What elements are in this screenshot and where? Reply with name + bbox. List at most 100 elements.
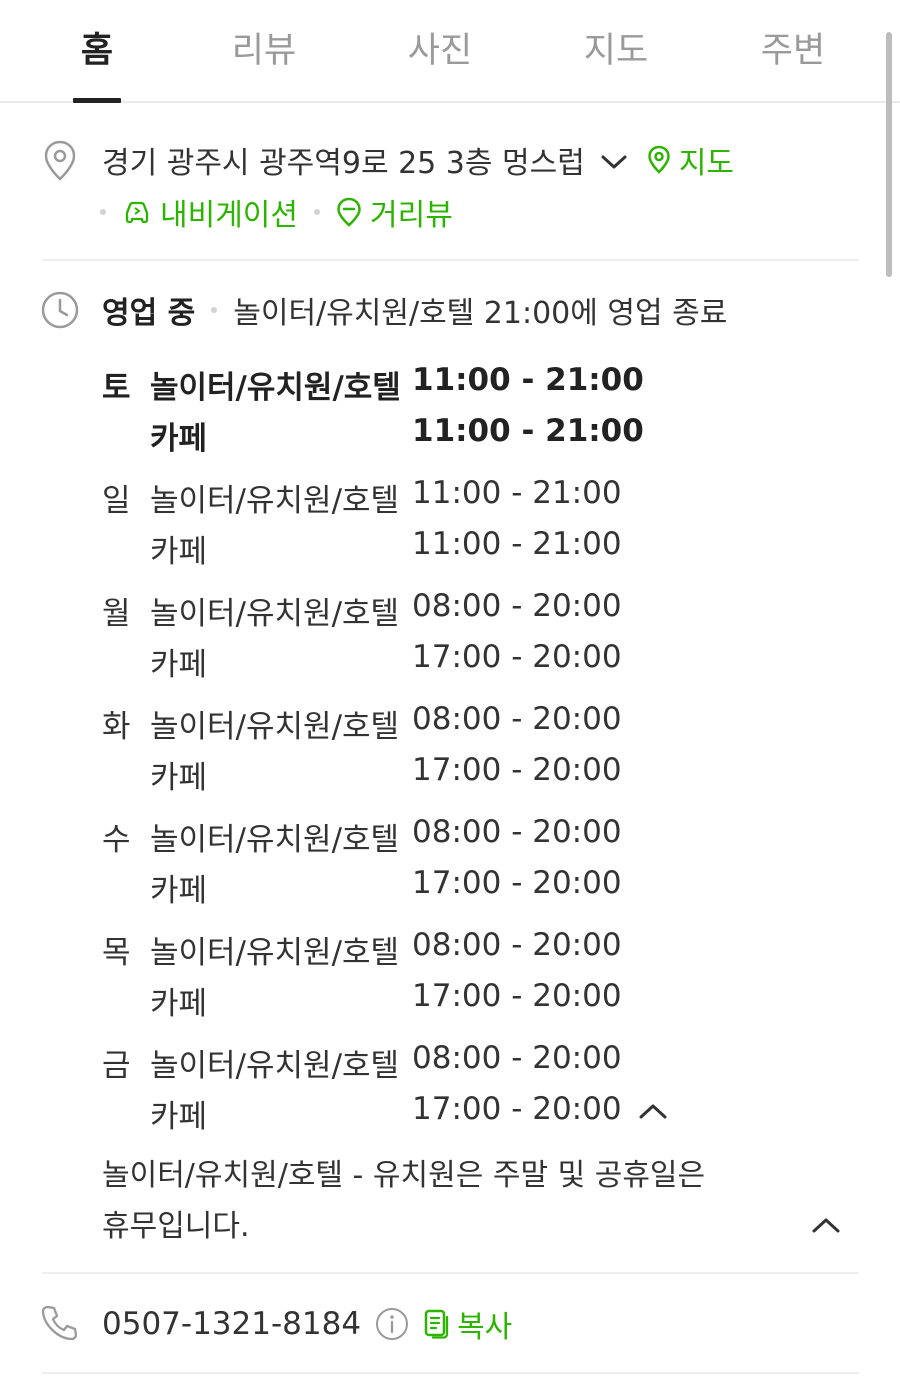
hours-day-label: 목 — [102, 935, 131, 971]
hours-time: 11:00 - 21:00 — [412, 362, 644, 398]
hours-category: 놀이터/유치원/호텔 — [150, 370, 401, 406]
hours-note-line: 휴무입니다. — [102, 1209, 250, 1244]
hours-time: 08:00 - 20:00 — [412, 927, 622, 963]
separator-dot — [100, 209, 106, 215]
phone-icon — [40, 1304, 78, 1346]
hours-row: 카페 11:00 - 21:00 — [102, 411, 702, 462]
tab-photos[interactable]: 사진 — [380, 22, 500, 73]
phone-number[interactable]: 0507-1321-8184 — [102, 1306, 361, 1342]
streetview-link[interactable]: 거리뷰 — [336, 190, 453, 234]
phone-row: 0507-1321-8184 복사 — [102, 1302, 512, 1346]
hours-note-line: 놀이터/유치원/호텔 - 유치원은 주말 및 공휴일은 — [102, 1158, 706, 1193]
streetview-link-label: 거리뷰 — [370, 198, 453, 233]
tab-map[interactable]: 지도 — [556, 22, 676, 73]
hours-time: 08:00 - 20:00 — [412, 588, 622, 624]
streetview-icon — [336, 197, 362, 227]
hours-category: 카페 — [150, 873, 208, 909]
closing-time-text: 놀이터/유치원/호텔 21:00에 영업 종료 — [233, 296, 728, 331]
separator-dot — [211, 307, 218, 313]
location-pin-icon — [42, 140, 78, 186]
section-divider — [42, 1272, 859, 1274]
hours-row: 금 놀이터/유치원/호텔 08:00 - 20:00 — [102, 1038, 702, 1089]
hours-day-6: 금 놀이터/유치원/호텔 08:00 - 20:00 카페 17:00 - 20:00 — [102, 1038, 702, 1140]
hours-category: 놀이터/유치원/호텔 — [150, 822, 400, 858]
hours-day-gap — [102, 801, 702, 812]
chevron-down-icon[interactable] — [601, 143, 627, 178]
address-row: 경기 광주시 광주역9로 25 3층 멍스럽 지도 — [102, 138, 734, 182]
hours-row: 카페 17:00 - 20:00 — [102, 750, 702, 801]
open-status: 영업 중 — [102, 296, 196, 331]
map-pin-icon — [647, 145, 671, 175]
chevron-up-icon[interactable] — [638, 1102, 668, 1124]
hours-row: 카페 17:00 - 20:00 — [102, 637, 702, 688]
address-text[interactable]: 경기 광주시 광주역9로 25 3층 멍스럽 — [102, 138, 585, 182]
map-link-label: 지도 — [678, 146, 735, 181]
tab-home[interactable]: 홈 — [37, 22, 157, 73]
clock-icon — [40, 290, 80, 334]
hours-day-2: 월 놀이터/유치원/호텔 08:00 - 20:00 카페 17:00 - 20:00 — [102, 586, 702, 688]
hours-row: 카페 17:00 - 20:00 — [102, 863, 702, 914]
copy-icon — [423, 1308, 451, 1340]
hours-category: 카페 — [150, 760, 208, 796]
hours-row: 일 놀이터/유치원/호텔 11:00 - 21:00 — [102, 473, 702, 524]
hours-time: 08:00 - 20:00 — [412, 814, 622, 850]
hours-row: 월 놀이터/유치원/호텔 08:00 - 20:00 — [102, 586, 702, 637]
hours-row: 화 놀이터/유치원/호텔 08:00 - 20:00 — [102, 699, 702, 750]
hours-row: 수 놀이터/유치원/호텔 08:00 - 20:00 — [102, 812, 702, 863]
hours-category: 놀이터/유치원/호텔 — [150, 596, 400, 632]
info-icon[interactable] — [375, 1307, 409, 1341]
navigation-link-label: 내비게이션 — [160, 198, 298, 233]
hours-day-gap — [102, 462, 702, 473]
hours-time: 17:00 - 20:00 — [412, 865, 622, 901]
hours-day-label: 일 — [102, 483, 131, 519]
tab-nearby[interactable]: 주변 — [733, 22, 853, 73]
hours-day-4: 수 놀이터/유치원/호텔 08:00 - 20:00 카페 17:00 - 20:00 — [102, 812, 702, 914]
hours-category: 카페 — [150, 647, 208, 683]
hours-time: 11:00 - 21:00 — [412, 526, 622, 562]
chevron-up-icon[interactable] — [811, 1216, 841, 1238]
hours-day-5: 목 놀이터/유치원/호텔 08:00 - 20:00 카페 17:00 - 20:00 — [102, 925, 702, 1027]
hours-row: 카페 11:00 - 21:00 — [102, 524, 702, 575]
hours-day-gap — [102, 688, 702, 699]
hours-time: 17:00 - 20:00 — [412, 978, 622, 1014]
hours-day-label: 화 — [102, 709, 131, 745]
address-actions: 내비게이션 거리뷰 — [100, 190, 453, 234]
hours-day-label: 월 — [102, 596, 131, 632]
map-link[interactable]: 지도 — [647, 138, 734, 182]
hours-row: 카페 17:00 - 20:00 — [102, 1089, 702, 1140]
hours-category: 놀이터/유치원/호텔 — [150, 1048, 400, 1084]
hours-category: 카페 — [150, 1099, 208, 1135]
hours-day-label: 금 — [102, 1048, 131, 1084]
hours-category: 놀이터/유치원/호텔 — [150, 483, 400, 519]
tab-bar: 홈 리뷰 사진 지도 주변 — [0, 0, 900, 103]
hours-day-gap — [102, 1027, 702, 1038]
hours-time: 08:00 - 20:00 — [412, 1040, 622, 1076]
scrollbar[interactable] — [886, 32, 892, 277]
hours-list: 토 놀이터/유치원/호텔 11:00 - 21:00 카페 11:00 - 21:00 일… — [102, 360, 702, 1140]
hours-category: 카페 — [150, 421, 208, 457]
hours-category: 카페 — [150, 534, 208, 570]
copy-button-label: 복사 — [457, 1310, 513, 1345]
hours-day-label: 토 — [102, 370, 131, 406]
hours-time: 08:00 - 20:00 — [412, 701, 622, 737]
hours-row: 카페 17:00 - 20:00 — [102, 976, 702, 1027]
car-navigation-icon — [122, 199, 152, 225]
hours-day-0: 토 놀이터/유치원/호텔 11:00 - 21:00 카페 11:00 - 21:00 — [102, 360, 702, 462]
active-tab-indicator — [73, 98, 121, 103]
hours-category: 놀이터/유치원/호텔 — [150, 935, 400, 971]
hours-time: 17:00 - 20:00 — [412, 752, 622, 788]
section-divider — [42, 259, 859, 261]
business-status-row[interactable]: 영업 중 놀이터/유치원/호텔 21:00에 영업 종료 — [102, 288, 727, 332]
tab-reviews[interactable]: 리뷰 — [204, 22, 324, 73]
hours-day-3: 화 놀이터/유치원/호텔 08:00 - 20:00 카페 17:00 - 20:00 — [102, 699, 702, 801]
hours-time: 17:00 - 20:00 — [412, 639, 622, 675]
hours-time: 11:00 - 21:00 — [412, 413, 644, 449]
hours-category: 카페 — [150, 986, 208, 1022]
hours-time: 11:00 - 21:00 — [412, 475, 622, 511]
hours-row: 목 놀이터/유치원/호텔 08:00 - 20:00 — [102, 925, 702, 976]
navigation-link[interactable]: 내비게이션 — [122, 190, 298, 234]
hours-day-gap — [102, 575, 702, 586]
hours-day-label: 수 — [102, 822, 131, 858]
hours-day-1: 일 놀이터/유치원/호텔 11:00 - 21:00 카페 11:00 - 21:00 — [102, 473, 702, 575]
copy-button[interactable]: 복사 — [423, 1302, 512, 1346]
